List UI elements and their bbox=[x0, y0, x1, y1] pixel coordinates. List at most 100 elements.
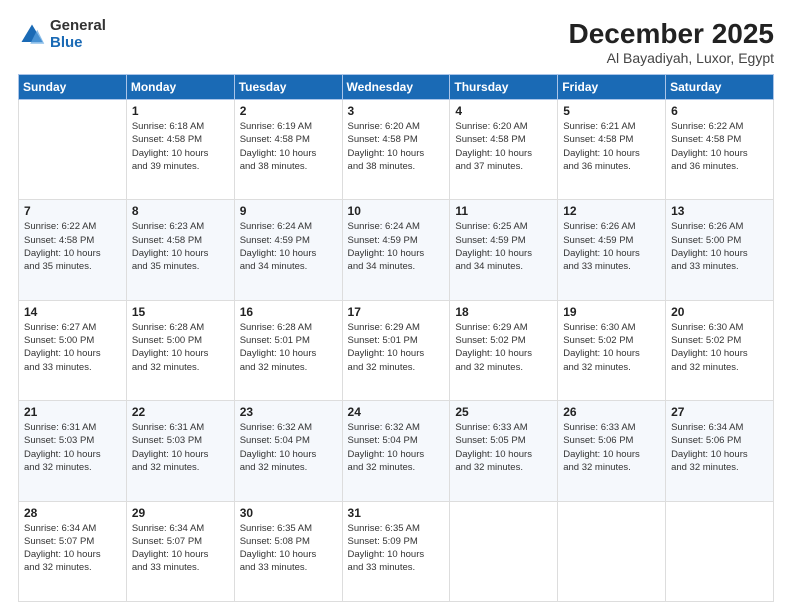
calendar-cell: 16Sunrise: 6:28 AM Sunset: 5:01 PM Dayli… bbox=[234, 300, 342, 400]
day-info: Sunrise: 6:31 AM Sunset: 5:03 PM Dayligh… bbox=[24, 421, 121, 474]
calendar-cell: 26 Sunrise: 6:33 AM Sunset: 5:06 PM Dayli… bbox=[558, 401, 666, 501]
day-number: 9 bbox=[240, 204, 337, 218]
day-number: 8 bbox=[132, 204, 229, 218]
calendar-cell: 31 Sunrise: 6:35 AM Sunset: 5:09 PM Dayli… bbox=[342, 501, 450, 601]
day-info: Sunrise: 6:26 AM Sunset: 4:59 PM Dayligh… bbox=[563, 220, 660, 273]
day-info: Sunrise: 6:34 AM Sunset: 5:06 PM Dayligh… bbox=[671, 421, 768, 474]
calendar-cell: 8 Sunrise: 6:23 AM Sunset: 4:58 PM Daylig… bbox=[126, 200, 234, 300]
day-info: Sunrise: 6:18 AM Sunset: 4:58 PM Dayligh… bbox=[132, 120, 229, 173]
day-info: Sunrise: 6:29 AM Sunset: 5:01 PM Dayligh… bbox=[348, 321, 445, 374]
calendar-cell bbox=[450, 501, 558, 601]
day-number: 12 bbox=[563, 204, 660, 218]
day-number: 18 bbox=[455, 305, 552, 319]
day-info: Sunrise: 6:34 AM Sunset: 5:07 PM Dayligh… bbox=[24, 522, 121, 575]
day-info: Sunrise: 6:24 AM Sunset: 4:59 PM Dayligh… bbox=[348, 220, 445, 273]
day-number: 16 bbox=[240, 305, 337, 319]
day-number: 29 bbox=[132, 506, 229, 520]
day-info: Sunrise: 6:31 AM Sunset: 5:03 PM Dayligh… bbox=[132, 421, 229, 474]
calendar-cell: 23 Sunrise: 6:32 AM Sunset: 5:04 PM Dayli… bbox=[234, 401, 342, 501]
day-info: Sunrise: 6:21 AM Sunset: 4:58 PM Dayligh… bbox=[563, 120, 660, 173]
calendar-week-5: 28 Sunrise: 6:34 AM Sunset: 5:07 PM Dayli… bbox=[19, 501, 774, 601]
calendar-cell: 24Sunrise: 6:32 AM Sunset: 5:04 PM Dayli… bbox=[342, 401, 450, 501]
day-info: Sunrise: 6:32 AM Sunset: 5:04 PM Dayligh… bbox=[348, 421, 445, 474]
day-number: 31 bbox=[348, 506, 445, 520]
day-info: Sunrise: 6:34 AM Sunset: 5:07 PM Dayligh… bbox=[132, 522, 229, 575]
day-number: 5 bbox=[563, 104, 660, 118]
day-number: 3 bbox=[348, 104, 445, 118]
calendar-cell: 3 Sunrise: 6:20 AM Sunset: 4:58 PM Daylig… bbox=[342, 100, 450, 200]
calendar-cell: 25Sunrise: 6:33 AM Sunset: 5:05 PM Dayli… bbox=[450, 401, 558, 501]
day-number: 11 bbox=[455, 204, 552, 218]
calendar-header-row: SundayMondayTuesdayWednesdayThursdayFrid… bbox=[19, 75, 774, 100]
day-info: Sunrise: 6:22 AM Sunset: 4:58 PM Dayligh… bbox=[24, 220, 121, 273]
day-info: Sunrise: 6:28 AM Sunset: 5:00 PM Dayligh… bbox=[132, 321, 229, 374]
calendar-cell: 19Sunrise: 6:30 AM Sunset: 5:02 PM Dayli… bbox=[558, 300, 666, 400]
calendar-cell: 13Sunrise: 6:26 AM Sunset: 5:00 PM Dayli… bbox=[666, 200, 774, 300]
day-number: 17 bbox=[348, 305, 445, 319]
day-number: 13 bbox=[671, 204, 768, 218]
day-number: 23 bbox=[240, 405, 337, 419]
calendar-cell: 27 Sunrise: 6:34 AM Sunset: 5:06 PM Dayli… bbox=[666, 401, 774, 501]
calendar-cell: 4Sunrise: 6:20 AM Sunset: 4:58 PM Daylig… bbox=[450, 100, 558, 200]
day-info: Sunrise: 6:33 AM Sunset: 5:05 PM Dayligh… bbox=[455, 421, 552, 474]
day-header-monday: Monday bbox=[126, 75, 234, 100]
calendar-week-2: 7Sunrise: 6:22 AM Sunset: 4:58 PM Daylig… bbox=[19, 200, 774, 300]
calendar-cell bbox=[558, 501, 666, 601]
day-header-sunday: Sunday bbox=[19, 75, 127, 100]
calendar-cell: 28 Sunrise: 6:34 AM Sunset: 5:07 PM Dayli… bbox=[19, 501, 127, 601]
day-number: 10 bbox=[348, 204, 445, 218]
day-header-friday: Friday bbox=[558, 75, 666, 100]
calendar-cell: 12 Sunrise: 6:26 AM Sunset: 4:59 PM Dayli… bbox=[558, 200, 666, 300]
calendar-cell: 30Sunrise: 6:35 AM Sunset: 5:08 PM Dayli… bbox=[234, 501, 342, 601]
day-info: Sunrise: 6:22 AM Sunset: 4:58 PM Dayligh… bbox=[671, 120, 768, 173]
calendar-cell: 22 Sunrise: 6:31 AM Sunset: 5:03 PM Dayli… bbox=[126, 401, 234, 501]
day-header-tuesday: Tuesday bbox=[234, 75, 342, 100]
day-header-saturday: Saturday bbox=[666, 75, 774, 100]
day-info: Sunrise: 6:35 AM Sunset: 5:09 PM Dayligh… bbox=[348, 522, 445, 575]
logo-blue-text: Blue bbox=[50, 35, 106, 52]
calendar-cell: 5 Sunrise: 6:21 AM Sunset: 4:58 PM Daylig… bbox=[558, 100, 666, 200]
day-info: Sunrise: 6:32 AM Sunset: 5:04 PM Dayligh… bbox=[240, 421, 337, 474]
day-info: Sunrise: 6:29 AM Sunset: 5:02 PM Dayligh… bbox=[455, 321, 552, 374]
calendar-cell: 1 Sunrise: 6:18 AM Sunset: 4:58 PM Daylig… bbox=[126, 100, 234, 200]
calendar-cell bbox=[666, 501, 774, 601]
calendar-cell: 10 Sunrise: 6:24 AM Sunset: 4:59 PM Dayli… bbox=[342, 200, 450, 300]
day-info: Sunrise: 6:19 AM Sunset: 4:58 PM Dayligh… bbox=[240, 120, 337, 173]
day-info: Sunrise: 6:20 AM Sunset: 4:58 PM Dayligh… bbox=[348, 120, 445, 173]
calendar-cell: 15Sunrise: 6:28 AM Sunset: 5:00 PM Dayli… bbox=[126, 300, 234, 400]
day-header-thursday: Thursday bbox=[450, 75, 558, 100]
logo-icon bbox=[18, 21, 46, 49]
day-info: Sunrise: 6:25 AM Sunset: 4:59 PM Dayligh… bbox=[455, 220, 552, 273]
day-number: 6 bbox=[671, 104, 768, 118]
calendar-cell: 2 Sunrise: 6:19 AM Sunset: 4:58 PM Daylig… bbox=[234, 100, 342, 200]
day-info: Sunrise: 6:23 AM Sunset: 4:58 PM Dayligh… bbox=[132, 220, 229, 273]
day-header-wednesday: Wednesday bbox=[342, 75, 450, 100]
day-number: 28 bbox=[24, 506, 121, 520]
day-number: 14 bbox=[24, 305, 121, 319]
day-info: Sunrise: 6:20 AM Sunset: 4:58 PM Dayligh… bbox=[455, 120, 552, 173]
day-number: 2 bbox=[240, 104, 337, 118]
calendar-cell: 29 Sunrise: 6:34 AM Sunset: 5:07 PM Dayli… bbox=[126, 501, 234, 601]
calendar-cell: 17 Sunrise: 6:29 AM Sunset: 5:01 PM Dayli… bbox=[342, 300, 450, 400]
calendar-cell bbox=[19, 100, 127, 200]
logo-text: General Blue bbox=[50, 18, 106, 51]
logo: General Blue bbox=[18, 18, 106, 51]
calendar-cell: 18 Sunrise: 6:29 AM Sunset: 5:02 PM Dayli… bbox=[450, 300, 558, 400]
logo-general-text: General bbox=[50, 18, 106, 35]
calendar-cell: 6 Sunrise: 6:22 AM Sunset: 4:58 PM Daylig… bbox=[666, 100, 774, 200]
day-number: 27 bbox=[671, 405, 768, 419]
day-info: Sunrise: 6:27 AM Sunset: 5:00 PM Dayligh… bbox=[24, 321, 121, 374]
page: General Blue December 2025 Al Bayadiyah,… bbox=[0, 0, 792, 612]
day-info: Sunrise: 6:35 AM Sunset: 5:08 PM Dayligh… bbox=[240, 522, 337, 575]
header: General Blue December 2025 Al Bayadiyah,… bbox=[18, 18, 774, 66]
day-info: Sunrise: 6:24 AM Sunset: 4:59 PM Dayligh… bbox=[240, 220, 337, 273]
day-number: 22 bbox=[132, 405, 229, 419]
day-number: 1 bbox=[132, 104, 229, 118]
title-area: December 2025 Al Bayadiyah, Luxor, Egypt bbox=[569, 18, 774, 66]
calendar-week-3: 14 Sunrise: 6:27 AM Sunset: 5:00 PM Dayli… bbox=[19, 300, 774, 400]
day-info: Sunrise: 6:33 AM Sunset: 5:06 PM Dayligh… bbox=[563, 421, 660, 474]
calendar-cell: 7Sunrise: 6:22 AM Sunset: 4:58 PM Daylig… bbox=[19, 200, 127, 300]
calendar-cell: 11 Sunrise: 6:25 AM Sunset: 4:59 PM Dayli… bbox=[450, 200, 558, 300]
calendar-week-4: 21Sunrise: 6:31 AM Sunset: 5:03 PM Dayli… bbox=[19, 401, 774, 501]
day-number: 26 bbox=[563, 405, 660, 419]
